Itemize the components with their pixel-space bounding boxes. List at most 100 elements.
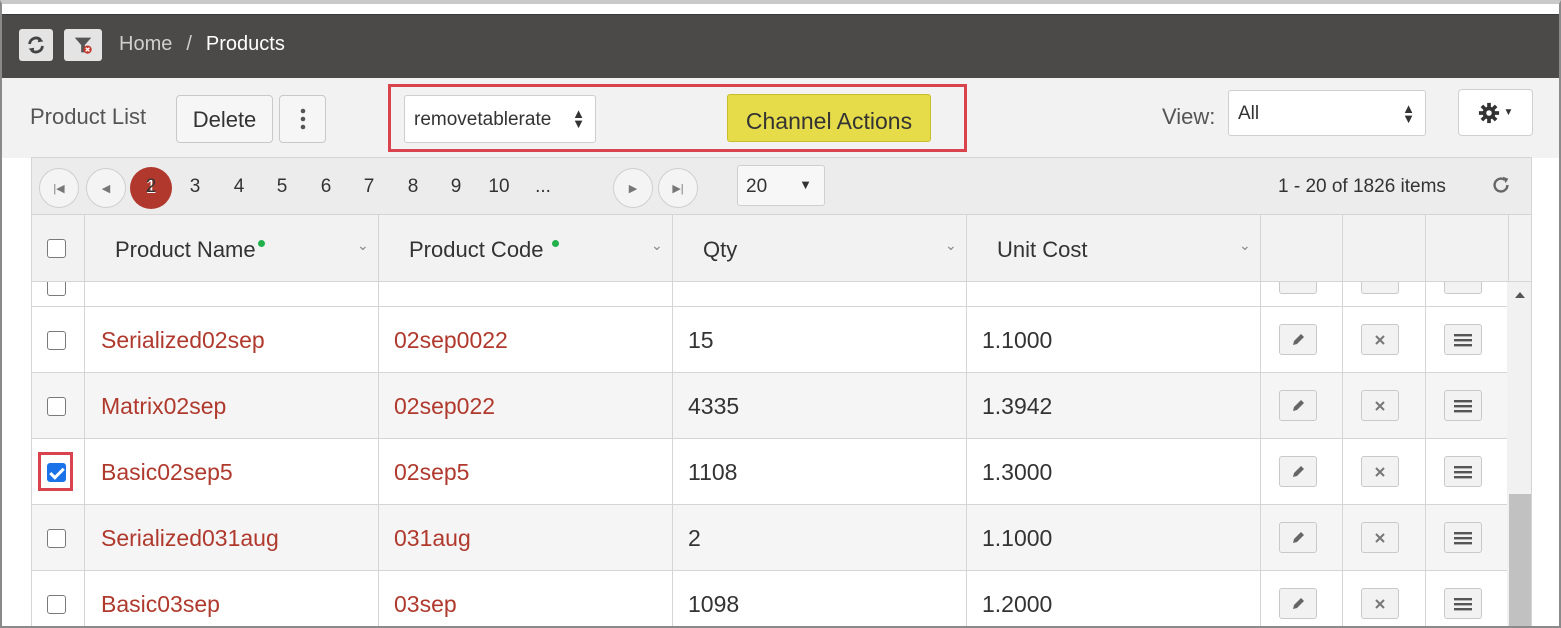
edit-button[interactable] [1279,282,1317,294]
select-all-checkbox[interactable] [47,239,66,258]
product-name-link[interactable]: Basic02sep5 [101,459,233,486]
clear-filter-button[interactable] [64,29,102,61]
more-pages-ellipsis[interactable]: ... [528,176,558,198]
unit-cost-cell: 1.1000 [967,505,1261,570]
channel-select[interactable]: removetablerate ▲ ▼ [404,95,596,143]
page-size-select[interactable]: 20 ▼ [737,165,825,206]
page-link[interactable]: 3 [180,176,210,198]
delete-row-button[interactable] [1361,456,1399,487]
header-unit-cost[interactable]: Unit Cost ⌄ [967,215,1261,281]
header-qty[interactable]: Qty ⌄ [673,215,967,281]
product-name-link[interactable]: Matrix02sep [101,393,226,420]
unit-cost-value: 1.3000 [982,459,1053,485]
refresh-icon[interactable] [1490,174,1512,196]
select-arrows-icon: ▲ ▼ [568,107,585,130]
delete-cell [1343,439,1426,504]
vertical-scrollbar[interactable] [1507,282,1531,626]
close-icon [1375,466,1385,477]
row-checkbox[interactable] [47,529,66,548]
row-menu-button[interactable] [1444,588,1482,619]
delete-button[interactable]: Delete [176,95,273,143]
page-link[interactable]: 5 [267,176,297,198]
qty-value: 1108 [688,459,738,485]
edit-button[interactable] [1279,324,1317,355]
refresh-button[interactable] [19,29,53,61]
row-menu-button[interactable] [1444,456,1482,487]
page-link[interactable]: 6 [311,176,341,198]
edit-button[interactable] [1279,456,1317,487]
row-checkbox[interactable] [47,595,66,614]
channel-select-value: removetablerate [414,109,552,130]
row-checkbox-cell [32,571,85,626]
page-link[interactable]: 7 [354,176,384,198]
page-link[interactable]: 9 [441,176,471,198]
row-checkbox[interactable] [47,397,66,416]
delete-cell [1343,307,1426,372]
row-menu-button[interactable] [1444,324,1482,355]
channel-actions-button[interactable]: Channel Actions [727,94,931,142]
chevron-down-icon[interactable]: ⌄ [357,237,369,254]
page-link[interactable]: 8 [398,176,428,198]
row-checkbox[interactable] [47,331,66,350]
view-select[interactable]: All ▲ ▼ [1228,90,1426,136]
scrollbar-thumb[interactable] [1509,494,1531,626]
sorted-indicator-dot [551,240,559,247]
toolbar: Product List Delete removetablerate ▲ ▼ C… [2,78,1559,158]
product-code-cell: 02sep022 [379,373,673,438]
page-link[interactable]: 2 [136,176,166,198]
delete-row-button[interactable] [1361,324,1399,355]
breadcrumb-home[interactable]: Home [119,33,172,56]
app-frame: Home / Products Product List Delete remo… [0,0,1561,628]
edit-cell [1261,373,1343,438]
last-page-icon: ▶| [672,182,684,195]
more-options-button[interactable] [279,95,326,143]
edit-button[interactable] [1279,522,1317,553]
chevron-down-icon[interactable]: ⌄ [945,237,957,254]
product-code-link[interactable]: 03sep [394,591,457,618]
product-code-link[interactable]: 031aug [394,525,471,552]
delete-row-button[interactable] [1361,282,1399,294]
row-checkbox-cell [32,373,85,438]
row-menu-button[interactable] [1444,390,1482,421]
scroll-up-arrow-icon[interactable] [1515,292,1525,298]
qty-cell: 1098 [673,571,967,626]
settings-menu-button[interactable]: ▼ [1458,89,1533,136]
product-code-link[interactable]: 02sep5 [394,459,469,486]
product-code-link[interactable]: 02sep0022 [394,327,508,354]
product-name-link[interactable]: Serialized02sep [101,327,265,354]
header-product-name[interactable]: Product Name ⌄ [85,215,379,281]
header-product-code[interactable]: Product Code ⌄ [379,215,673,281]
delete-cell [1343,505,1426,570]
edit-button[interactable] [1279,588,1317,619]
row-menu-button[interactable] [1444,282,1482,294]
product-name-link[interactable]: Serialized031aug [101,525,279,552]
last-page-button[interactable]: ▶| [658,168,698,208]
delete-cell [1343,282,1426,306]
row-checkbox-cell [32,505,85,570]
first-page-button[interactable]: |◀ [39,168,79,208]
page-link[interactable]: 4 [224,176,254,198]
edit-button[interactable] [1279,390,1317,421]
table-row: Basic03sep 03sep 1098 1.2000 [32,571,1507,626]
edit-cell [1261,307,1343,372]
chevron-down-icon[interactable]: ⌄ [1239,237,1251,254]
table-row: Basic02sep5 02sep5 1108 1.3000 [32,439,1507,505]
qty-value: 1098 [688,591,740,617]
row-checkbox-cell [32,282,85,306]
prev-page-button[interactable]: ◀ [86,168,126,208]
chevron-down-icon[interactable]: ⌄ [651,237,663,254]
row-checkbox[interactable] [47,282,66,296]
page-link[interactable]: 10 [484,176,514,198]
row-menu-button[interactable] [1444,522,1482,553]
delete-cell [1343,571,1426,626]
row-checkbox[interactable] [47,463,66,482]
menu-cell [1426,505,1507,570]
next-page-button[interactable]: ▶ [613,168,653,208]
delete-row-button[interactable] [1361,390,1399,421]
product-code-link[interactable]: 02sep022 [394,393,495,420]
delete-row-button[interactable] [1361,588,1399,619]
product-name-link[interactable]: Basic03sep [101,591,220,618]
next-page-icon: ▶ [628,182,638,195]
product-name-cell: Basic03sep [85,571,379,626]
delete-row-button[interactable] [1361,522,1399,553]
